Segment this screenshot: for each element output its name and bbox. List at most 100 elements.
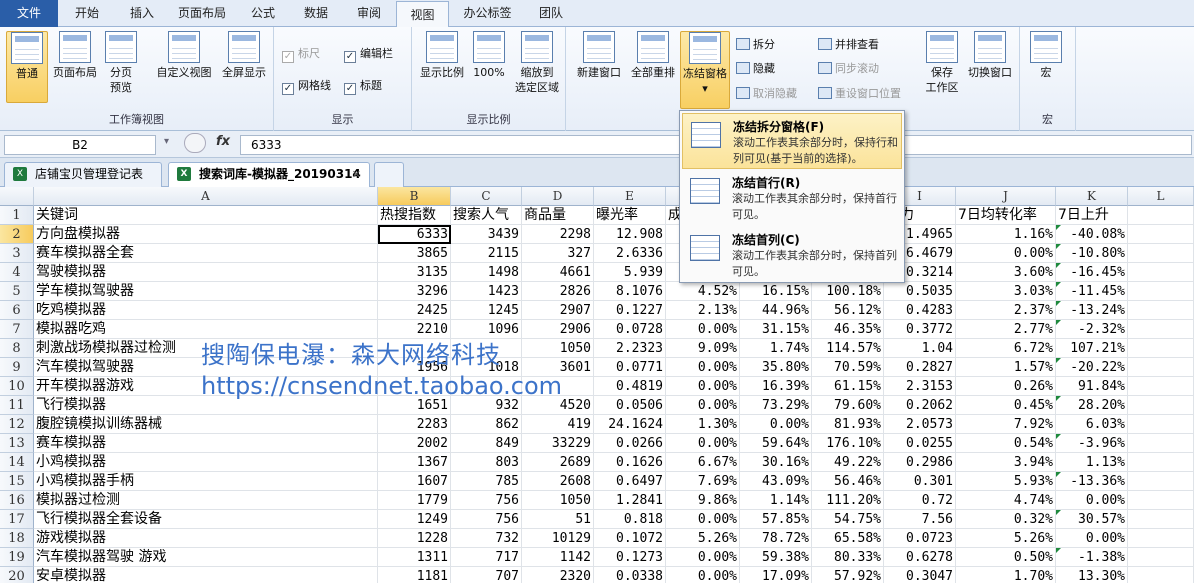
table-cell[interactable]: 327 <box>522 244 594 263</box>
table-cell[interactable]: 1.57% <box>956 358 1056 377</box>
freeze-menu-item-2[interactable]: 冻结首列(C) 滚动工作表其余部分时，保持首列可见。 <box>682 227 902 283</box>
header-cell[interactable]: 7日均转化率 <box>956 206 1056 225</box>
row-header[interactable]: 3 <box>0 244 34 263</box>
table-cell[interactable]: 10129 <box>522 529 594 548</box>
row-header[interactable]: 6 <box>0 301 34 320</box>
table-cell[interactable]: 0.26% <box>956 377 1056 396</box>
chevron-down-icon[interactable]: ▾ <box>164 136 169 147</box>
table-cell[interactable]: 小鸡模拟器手柄 <box>34 472 378 491</box>
column-header-A[interactable]: A <box>34 187 378 206</box>
table-cell[interactable]: 81.93% <box>812 415 884 434</box>
table-cell[interactable]: 0.00% <box>666 320 740 339</box>
table-cell[interactable]: 56.46% <box>812 472 884 491</box>
table-cell[interactable]: 70.59% <box>812 358 884 377</box>
table-cell[interactable]: 汽车模拟器驾驶 游戏 <box>34 548 378 567</box>
column-header-D[interactable]: D <box>522 187 594 206</box>
table-cell[interactable]: 1245 <box>451 301 522 320</box>
table-cell[interactable]: 57.85% <box>740 510 812 529</box>
table-cell[interactable]: 0.0266 <box>594 434 666 453</box>
table-cell[interactable]: 65.58% <box>812 529 884 548</box>
ribbon-tab-6[interactable]: 审阅 <box>342 0 396 27</box>
table-cell[interactable]: 0.0255 <box>884 434 956 453</box>
table-cell[interactable]: 1050 <box>522 491 594 510</box>
table-cell[interactable]: 3439 <box>451 225 522 244</box>
gridlines-checkbox[interactable]: ✓ 网格线 <box>282 77 331 95</box>
table-cell[interactable] <box>1128 301 1194 320</box>
table-cell[interactable]: 0.0771 <box>594 358 666 377</box>
table-cell[interactable]: 56.12% <box>812 301 884 320</box>
table-cell[interactable]: 0.00% <box>666 377 740 396</box>
table-cell[interactable]: 0.1227 <box>594 301 666 320</box>
table-cell[interactable]: 飞行模拟器全套设备 <box>34 510 378 529</box>
table-cell[interactable]: 7.69% <box>666 472 740 491</box>
table-cell[interactable]: 2320 <box>522 567 594 583</box>
table-cell[interactable]: 2.0573 <box>884 415 956 434</box>
table-cell[interactable]: 0.3772 <box>884 320 956 339</box>
save-ws-button[interactable]: 保存 工作区 <box>922 31 962 103</box>
table-cell[interactable]: 756 <box>451 510 522 529</box>
ribbon-tab-7[interactable]: 视图 <box>396 1 449 29</box>
ruler-checkbox[interactable]: ✓ 标尺 <box>282 45 320 63</box>
table-cell[interactable]: 849 <box>451 434 522 453</box>
table-cell[interactable]: 0.3047 <box>884 567 956 583</box>
table-cell[interactable]: 模拟器过检测 <box>34 491 378 510</box>
table-cell[interactable]: 2.77% <box>956 320 1056 339</box>
table-cell[interactable]: 61.15% <box>812 377 884 396</box>
table-cell[interactable]: 862 <box>451 415 522 434</box>
table-cell[interactable]: 35.80% <box>740 358 812 377</box>
row-header[interactable]: 16 <box>0 491 34 510</box>
table-cell[interactable]: 31.15% <box>740 320 812 339</box>
column-header-C[interactable]: C <box>451 187 522 206</box>
table-cell[interactable]: 114.57% <box>812 339 884 358</box>
header-cell[interactable] <box>1128 206 1194 225</box>
table-cell[interactable]: 12.908 <box>594 225 666 244</box>
table-cell[interactable]: 0.818 <box>594 510 666 529</box>
full-screen-button[interactable]: 全屏显示 <box>218 31 270 103</box>
row-header[interactable]: 14 <box>0 453 34 472</box>
table-cell[interactable]: 1311 <box>378 548 451 567</box>
table-cell[interactable]: 1.70% <box>956 567 1056 583</box>
zoom-sel-button[interactable]: 缩放到 选定区域 <box>510 31 564 103</box>
ribbon-tab-1[interactable]: 开始 <box>58 0 116 27</box>
table-cell[interactable]: 4.52% <box>666 282 740 301</box>
table-cell[interactable] <box>1128 491 1194 510</box>
table-cell[interactable]: 2115 <box>451 244 522 263</box>
table-cell[interactable]: 54.75% <box>812 510 884 529</box>
table-cell[interactable]: 2608 <box>522 472 594 491</box>
table-cell[interactable]: 91.84% <box>1056 377 1128 396</box>
table-cell[interactable]: 0.00% <box>1056 491 1128 510</box>
page-layout-button[interactable]: 页面布局 <box>50 31 100 103</box>
zoom-button[interactable]: 显示比例 <box>416 31 468 103</box>
table-cell[interactable] <box>1128 320 1194 339</box>
row-header[interactable]: 17 <box>0 510 34 529</box>
row-header[interactable]: 5 <box>0 282 34 301</box>
table-cell[interactable]: 176.10% <box>812 434 884 453</box>
table-cell[interactable]: 6.72% <box>956 339 1056 358</box>
table-cell[interactable]: 0.00% <box>956 244 1056 263</box>
table-cell[interactable]: 6.67% <box>666 453 740 472</box>
table-cell[interactable]: 1228 <box>378 529 451 548</box>
table-cell[interactable]: 0.5035 <box>884 282 956 301</box>
table-cell[interactable]: 0.0728 <box>594 320 666 339</box>
table-cell[interactable] <box>1128 529 1194 548</box>
fx-icon[interactable]: fx <box>216 134 230 149</box>
table-cell[interactable]: 2.6336 <box>594 244 666 263</box>
table-cell[interactable]: 707 <box>451 567 522 583</box>
table-cell[interactable]: 1779 <box>378 491 451 510</box>
table-cell[interactable]: 1498 <box>451 263 522 282</box>
sync-scroll-button[interactable]: 同步滚动 <box>818 60 879 78</box>
table-cell[interactable]: 0.2986 <box>884 453 956 472</box>
ribbon-tab-2[interactable]: 插入 <box>116 0 168 27</box>
table-cell[interactable]: 0.2062 <box>884 396 956 415</box>
side-by-side-button[interactable]: 并排查看 <box>818 36 879 54</box>
table-cell[interactable]: 80.33% <box>812 548 884 567</box>
row-header[interactable]: 2 <box>0 225 34 244</box>
table-cell[interactable]: 2.3153 <box>884 377 956 396</box>
headings-checkbox[interactable]: ✓ 标题 <box>344 77 382 95</box>
row-header[interactable]: 18 <box>0 529 34 548</box>
table-cell[interactable]: 7.56 <box>884 510 956 529</box>
table-cell[interactable]: 6333 <box>378 225 451 244</box>
table-cell[interactable]: 13.30% <box>1056 567 1128 583</box>
column-header-J[interactable]: J <box>956 187 1056 206</box>
table-cell[interactable]: 0.6278 <box>884 548 956 567</box>
